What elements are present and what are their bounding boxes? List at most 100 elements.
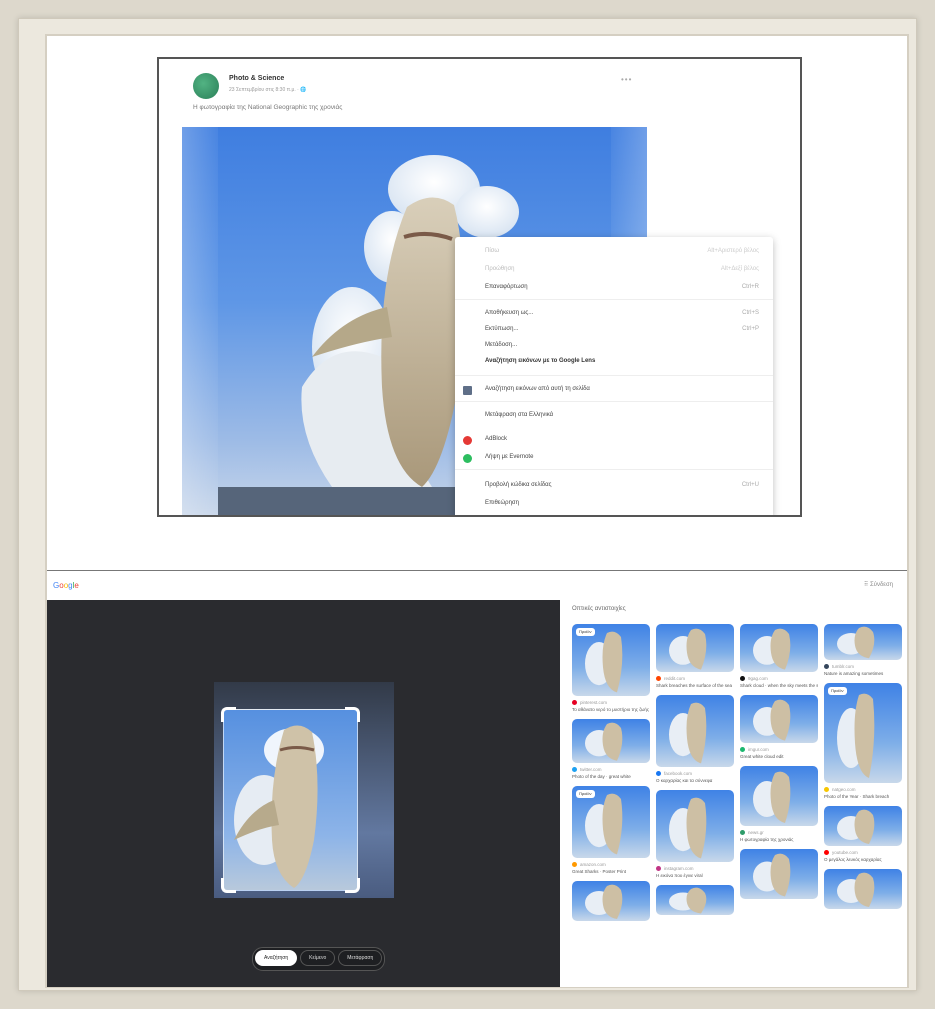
result-title[interactable]: Το αθάνατο νερό το μυστήριο της ζωής bbox=[572, 707, 650, 713]
crop-handle-top-left[interactable] bbox=[221, 707, 236, 722]
tab-text[interactable]: Κείμενο bbox=[300, 950, 336, 966]
result-card[interactable]: instagram.com Η εικόνα που έγινε viral bbox=[656, 790, 734, 879]
facebook-post-screenshot: Photo & Science 23 Σεπτεμβρίου στις 8:30… bbox=[157, 57, 802, 517]
result-title[interactable]: Shark cloud · when the sky meets the sea bbox=[740, 683, 818, 689]
result-title[interactable]: Photo of the Year · Shark breach bbox=[824, 794, 902, 800]
result-title[interactable]: Great white cloud edit bbox=[740, 754, 818, 760]
result-card[interactable]: facebook.com Ο καρχαρίας και τα σύννεφα bbox=[656, 695, 734, 784]
result-card[interactable]: tumblr.com Nature is amazing sometimes bbox=[824, 624, 902, 677]
context-menu-item[interactable]: AdBlock bbox=[455, 433, 773, 447]
source-name: reddit.com bbox=[664, 676, 686, 681]
result-thumbnail[interactable] bbox=[824, 806, 902, 846]
menu-separator bbox=[455, 401, 773, 402]
crop-handle-bottom-left[interactable] bbox=[221, 878, 236, 893]
result-title[interactable]: Shark breaches the surface of the sea bbox=[656, 683, 734, 689]
result-title[interactable]: Photo of the day · great white bbox=[572, 774, 650, 780]
crop-handle-top-right[interactable] bbox=[345, 707, 360, 722]
context-menu-item[interactable]: Αναζήτηση εικόνων με το Google Lens bbox=[455, 355, 773, 369]
source-favicon-icon bbox=[740, 747, 745, 752]
result-thumbnail[interactable] bbox=[740, 766, 818, 826]
context-menu-item-label: Πίσω bbox=[485, 248, 500, 254]
result-thumbnail[interactable] bbox=[656, 885, 734, 915]
result-thumbnail[interactable] bbox=[740, 624, 818, 672]
tab-search[interactable]: Αναζήτηση bbox=[255, 950, 298, 966]
google-logo[interactable]: Google bbox=[53, 581, 79, 590]
result-card[interactable] bbox=[824, 869, 902, 909]
result-thumbnail[interactable] bbox=[824, 869, 902, 909]
result-card[interactable]: reddit.com Shark breaches the surface of … bbox=[656, 624, 734, 689]
source-name: instagram.com bbox=[664, 866, 694, 871]
source-name: 9gag.com bbox=[748, 676, 768, 681]
shark-thumbnail-image bbox=[669, 628, 707, 670]
shark-thumbnail-image bbox=[753, 699, 791, 741]
crop-selection[interactable] bbox=[221, 707, 360, 893]
source-favicon-icon bbox=[824, 664, 829, 669]
result-thumbnail[interactable] bbox=[572, 719, 650, 763]
crop-handle-bottom-right[interactable] bbox=[345, 878, 360, 893]
result-title[interactable]: Nature is amazing sometimes bbox=[824, 671, 902, 677]
context-menu-shortcut: Alt+Δεξί βέλος bbox=[720, 266, 759, 272]
google-lens-screenshot: Google ⠿ Σύνδεση Αναζήτηση Κείμενο Μετάφρα… bbox=[47, 570, 907, 987]
context-menu-item[interactable]: Πίσω Alt+Αριστερό βέλος bbox=[455, 245, 773, 259]
grid-icon bbox=[463, 386, 472, 395]
result-thumbnail[interactable] bbox=[656, 695, 734, 767]
context-menu-item[interactable]: Επιθεώρηση bbox=[455, 497, 773, 511]
results-column: tumblr.com Nature is amazing sometimes Προ… bbox=[824, 624, 902, 915]
shark-thumbnail-image bbox=[753, 771, 791, 823]
source-name: facebook.com bbox=[664, 771, 693, 776]
result-thumbnail[interactable] bbox=[740, 695, 818, 743]
topbar-actions[interactable]: ⠿ Σύνδεση bbox=[864, 581, 893, 588]
source-favicon-icon bbox=[572, 862, 577, 867]
source-name: imgur.com bbox=[748, 747, 769, 752]
context-menu-item[interactable]: Μετάφραση στα Ελληνικά bbox=[455, 409, 773, 423]
result-card[interactable]: twitter.com Photo of the day · great whit… bbox=[572, 719, 650, 780]
result-title[interactable]: Ο καρχαρίας και τα σύννεφα bbox=[656, 778, 734, 784]
source-favicon-icon bbox=[656, 771, 661, 776]
source-favicon-icon bbox=[572, 767, 577, 772]
context-menu-item[interactable]: Λήψη με Evernote bbox=[455, 451, 773, 465]
result-card[interactable]: imgur.com Great white cloud edit bbox=[740, 695, 818, 760]
context-menu-item[interactable]: Μετάδοση... bbox=[455, 339, 773, 353]
result-thumbnail[interactable] bbox=[824, 624, 902, 660]
context-menu-item[interactable]: Εκτύπωση... Ctrl+P bbox=[455, 323, 773, 337]
page-name[interactable]: Photo & Science bbox=[229, 75, 284, 82]
context-menu-item[interactable]: Επαναφόρτωση Ctrl+R bbox=[455, 281, 773, 295]
result-card[interactable]: Προϊόν natgeo.com Photo of the Year · Shar… bbox=[824, 683, 902, 800]
result-thumbnail[interactable] bbox=[656, 790, 734, 862]
tab-translate[interactable]: Μετάφραση bbox=[338, 950, 383, 966]
context-menu-shortcut: Alt+Αριστερό βέλος bbox=[707, 248, 759, 254]
context-menu-item[interactable]: Προβολή κώδικα σελίδας Ctrl+U bbox=[455, 479, 773, 493]
context-menu-item[interactable]: Προώθηση Alt+Δεξί βέλος bbox=[455, 263, 773, 277]
result-title[interactable]: Ο μεγάλος λευκός καρχαρίας bbox=[824, 857, 902, 863]
result-thumbnail[interactable]: Προϊόν bbox=[572, 786, 650, 858]
result-thumbnail[interactable]: Προϊόν bbox=[572, 624, 650, 696]
result-card[interactable] bbox=[572, 881, 650, 921]
result-card[interactable] bbox=[740, 849, 818, 899]
result-card[interactable] bbox=[656, 885, 734, 915]
source-name: twitter.com bbox=[580, 767, 602, 772]
result-card[interactable]: news.gr Η φωτογραφία της χρονιάς bbox=[740, 766, 818, 843]
result-title[interactable]: Η φωτογραφία της χρονιάς bbox=[740, 837, 818, 843]
result-card[interactable]: 9gag.com Shark cloud · when the sky meets… bbox=[740, 624, 818, 689]
context-menu-item[interactable]: Αποθήκευση ως... Ctrl+S bbox=[455, 307, 773, 321]
result-source: amazon.com bbox=[572, 861, 650, 868]
context-menu-shortcut: Ctrl+S bbox=[742, 310, 759, 316]
result-card[interactable]: Προϊόν amazon.com Great Sharks · Poster Pr… bbox=[572, 786, 650, 875]
adblock-icon bbox=[463, 436, 472, 445]
result-card[interactable]: youtube.com Ο μεγάλος λευκός καρχαρίας bbox=[824, 806, 902, 863]
result-title[interactable]: Η εικόνα που έγινε viral bbox=[656, 873, 734, 879]
lens-image-pane: Αναζήτηση Κείμενο Μετάφραση bbox=[47, 600, 560, 987]
result-thumbnail[interactable] bbox=[656, 624, 734, 672]
more-horizontal-icon[interactable]: ••• bbox=[621, 75, 632, 84]
avatar[interactable] bbox=[193, 73, 219, 99]
result-thumbnail[interactable]: Προϊόν bbox=[824, 683, 902, 783]
menu-separator bbox=[455, 375, 773, 376]
source-favicon-icon bbox=[824, 850, 829, 855]
result-card[interactable]: Προϊόν pinterest.com Το αθάνατο νερό το μυ… bbox=[572, 624, 650, 713]
result-thumbnail[interactable] bbox=[740, 849, 818, 899]
context-menu-item[interactable]: Αναζήτηση εικόνων από αυτή τη σελίδα bbox=[455, 383, 773, 397]
result-source: 9gag.com bbox=[740, 675, 818, 682]
result-title[interactable]: Great Sharks · Poster Print bbox=[572, 869, 650, 875]
shark-thumbnail-image bbox=[753, 628, 791, 670]
result-thumbnail[interactable] bbox=[572, 881, 650, 921]
